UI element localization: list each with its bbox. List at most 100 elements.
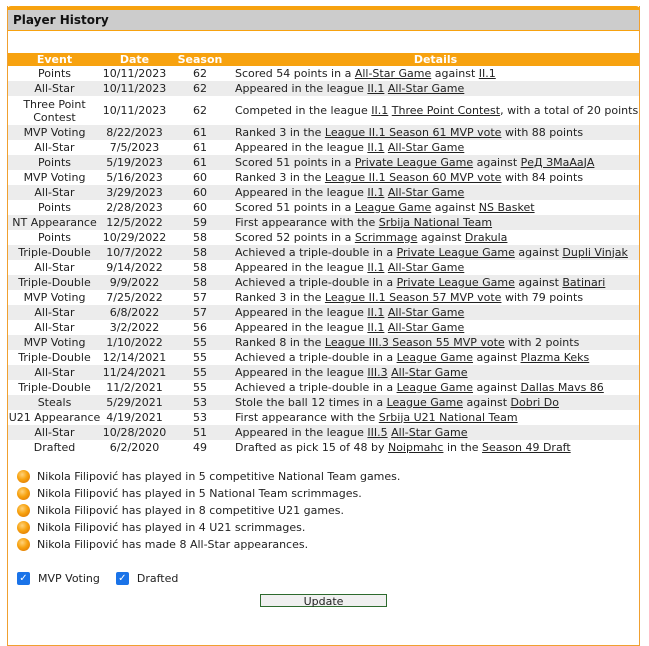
details-link[interactable]: Batinari	[562, 276, 605, 289]
details-cell: First appearance with the Srbija Nationa…	[232, 215, 639, 230]
table-header-row: Event Date Season Details	[8, 53, 639, 66]
season-cell: 60	[193, 170, 207, 184]
details-cell: Appeared in the league III.3 All-Star Ga…	[232, 365, 639, 380]
event-cell: All-Star	[34, 320, 75, 334]
details-link[interactable]: League Game	[355, 201, 431, 214]
details-link[interactable]: III.5	[367, 426, 387, 439]
season-cell: 60	[168, 185, 232, 200]
table-row: Drafted 6/2/2020 49 Drafted as pick 15 of 4…	[8, 440, 639, 455]
fact-text: Nikola Filipović has played in 5 competi…	[37, 470, 401, 483]
details-link[interactable]: Dallas Mavs 86	[521, 381, 604, 394]
table-row: Points 10/11/2023 62 Scored 54 points in a …	[8, 66, 639, 81]
details-link[interactable]: II.1	[367, 306, 384, 319]
details-link[interactable]: League Game	[397, 381, 473, 394]
details-cell: Appeared in the league III.5 All-Star Ga…	[232, 425, 639, 440]
season-cell: 62	[168, 81, 232, 96]
history-table-body: Points 10/11/2023 62 Scored 54 points in a …	[8, 66, 639, 455]
details-link[interactable]: Private League Game	[397, 246, 515, 259]
filter-checkbox[interactable]: ✓	[115, 571, 129, 585]
table-row: Points 10/29/2022 58 Scored 52 points in a …	[8, 230, 639, 245]
season-cell: 53	[193, 410, 207, 424]
details-text: Ranked 3 in the	[235, 290, 325, 304]
details-link[interactable]: II.1	[367, 186, 384, 199]
details-link[interactable]: All-Star Game	[388, 141, 464, 154]
details-link[interactable]: Plazma Keks	[521, 351, 590, 364]
details-cell: Ranked 3 in the League II.1 Season 57 MV…	[232, 290, 639, 305]
details-link[interactable]: Dobri Do	[511, 396, 559, 409]
event-cell: Points	[37, 200, 72, 214]
details-link[interactable]: All-Star Game	[388, 306, 464, 319]
season-cell: 57	[193, 290, 207, 304]
details-link[interactable]: Noipmahc	[388, 441, 443, 454]
details-link[interactable]: Srbija National Team	[379, 216, 492, 229]
details-link[interactable]: Three Point Contest	[392, 104, 500, 117]
orange-ball-icon	[17, 487, 30, 500]
details-link[interactable]: All-Star Game	[388, 321, 464, 334]
details-cell: Scored 51 points in a Private League Gam…	[232, 155, 639, 170]
season-cell: 62	[193, 103, 207, 117]
details-link[interactable]: Private League Game	[355, 156, 473, 169]
details-link[interactable]: Scrimmage	[355, 231, 418, 244]
date-cell: 10/11/2023	[102, 103, 167, 117]
details-text: Achieved a triple-double in a	[235, 275, 397, 289]
details-text: Ranked 3 in the	[235, 125, 325, 139]
details-link[interactable]: III.3	[367, 366, 387, 379]
details-link[interactable]: II.1	[479, 67, 496, 80]
details-link[interactable]: All-Star Game	[355, 67, 431, 80]
event-cell: Triple-Double	[8, 275, 101, 290]
details-link[interactable]: All-Star Game	[388, 261, 464, 274]
details-link[interactable]: All-Star Game	[388, 186, 464, 199]
event-cell: All-Star	[34, 140, 75, 154]
details-cell: Drafted as pick 15 of 48 by Noipmahc in …	[232, 440, 639, 455]
date-cell: 12/14/2021	[102, 350, 167, 364]
table-row: All-Star 3/2/2022 56 Appeared in the league…	[8, 320, 639, 335]
table-row: Triple-Double 11/2/2021 55 Achieved a tripl…	[8, 380, 639, 395]
details-link[interactable]: II.1	[371, 104, 388, 117]
details-link[interactable]: All-Star Game	[391, 426, 467, 439]
fact-text: Nikola Filipović has made 8 All-Star app…	[37, 538, 309, 551]
column-header-details: Details	[232, 53, 639, 66]
details-link[interactable]: All-Star Game	[388, 82, 464, 95]
date-cell: 10/29/2022	[102, 230, 167, 244]
player-facts-list: Nikola Filipović has played in 5 competi…	[8, 468, 639, 553]
details-text: Appeared in the league	[235, 425, 368, 439]
details-link[interactable]: II.1	[367, 261, 384, 274]
details-link[interactable]: Season 49 Draft	[482, 441, 571, 454]
details-link[interactable]: II.1	[367, 82, 384, 95]
details-link[interactable]: League II.1 Season 61 MVP vote	[325, 126, 502, 139]
details-link[interactable]: Srbija U21 National Team	[379, 411, 518, 424]
date-cell: 10/28/2020	[101, 425, 168, 440]
event-cell: All-Star	[8, 425, 101, 440]
history-table: Event Date Season Details Points 10/11/20…	[8, 53, 639, 455]
date-cell: 8/22/2023	[101, 125, 168, 140]
season-cell: 61	[193, 140, 207, 154]
column-header-event: Event	[8, 53, 101, 66]
update-button[interactable]: Update	[260, 594, 387, 608]
details-text: against	[473, 380, 521, 394]
details-link[interactable]: Dupli Vinjak	[562, 246, 628, 259]
details-link[interactable]: League II.1 Season 57 MVP vote	[325, 291, 502, 304]
details-text: in the	[443, 440, 483, 454]
table-row: All-Star 9/14/2022 58 Appeared in the leagu…	[8, 260, 639, 275]
details-link[interactable]: Drakula	[465, 231, 508, 244]
details-link[interactable]: League Game	[397, 351, 473, 364]
details-link[interactable]: II.1	[367, 141, 384, 154]
date-cell: 5/29/2021	[101, 395, 168, 410]
details-text: Appeared in the league	[235, 260, 368, 274]
details-link[interactable]: League II.1 Season 60 MVP vote	[325, 171, 502, 184]
table-row: Points 2/28/2023 60 Scored 51 points in a L…	[8, 200, 639, 215]
details-link[interactable]: League III.3 Season 55 MVP vote	[325, 336, 505, 349]
details-link[interactable]: Private League Game	[397, 276, 515, 289]
details-link[interactable]: NS Basket	[479, 201, 535, 214]
details-text: Stole the ball 12 times in a	[235, 395, 387, 409]
details-link[interactable]: II.1	[367, 321, 384, 334]
details-text: Scored 51 points in a	[235, 155, 355, 169]
orange-ball-icon	[17, 470, 30, 483]
details-link[interactable]: РеД ЗМаАаЈА	[521, 156, 595, 169]
details-cell: Ranked 8 in the League III.3 Season 55 M…	[232, 335, 639, 350]
details-text: First appearance with the	[235, 215, 379, 229]
fact-item: Nikola Filipović has made 8 All-Star app…	[17, 536, 639, 553]
details-link[interactable]: All-Star Game	[391, 366, 467, 379]
filter-checkbox[interactable]: ✓	[17, 571, 30, 585]
details-link[interactable]: League Game	[387, 396, 463, 409]
